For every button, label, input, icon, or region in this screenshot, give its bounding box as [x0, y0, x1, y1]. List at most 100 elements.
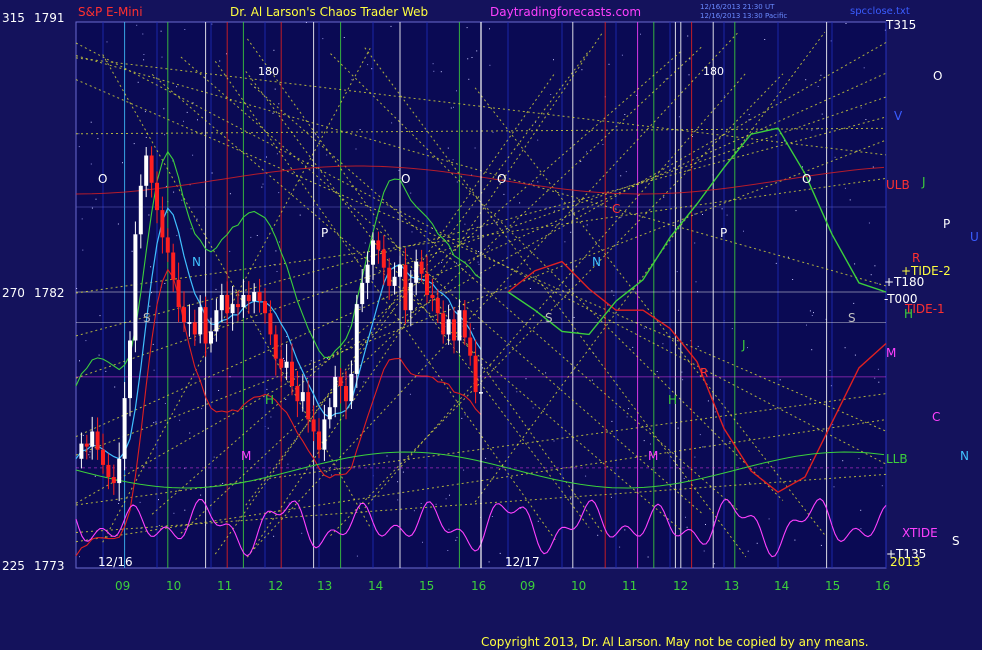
star-dot: [351, 79, 353, 81]
star-dot: [811, 315, 813, 316]
degree-marker-180: 180: [703, 65, 724, 78]
star-dot: [699, 434, 701, 436]
hour-label: 15: [419, 579, 434, 593]
star-dot: [279, 241, 280, 243]
star-dot: [95, 198, 97, 200]
star-dot: [865, 119, 867, 120]
price-bar-body: [214, 310, 219, 332]
star-dot: [813, 312, 814, 314]
price-bar-body: [376, 240, 381, 250]
star-dot: [364, 242, 366, 244]
star-dot: [874, 265, 876, 267]
star-dot: [643, 327, 645, 329]
chart-letter-o: O: [401, 172, 410, 186]
star-dot: [764, 39, 766, 40]
star-dot: [81, 218, 83, 220]
star-dot: [687, 35, 689, 37]
line-label-v: V: [894, 109, 903, 123]
star-dot: [158, 499, 159, 501]
planet-glyph-j: J: [921, 175, 926, 189]
star-dot: [144, 111, 146, 113]
price-bar-body: [284, 361, 289, 368]
y-label-225-angle: 225: [2, 559, 25, 573]
star-dot: [537, 520, 539, 522]
chart-letter-s: S: [545, 311, 553, 325]
price-bar-body: [90, 431, 95, 447]
star-dot: [844, 187, 846, 189]
star-dot: [697, 345, 699, 347]
star-dot: [160, 30, 162, 32]
price-bar-body: [317, 431, 321, 450]
star-dot: [359, 306, 361, 308]
chart-letter-m: M: [648, 449, 658, 463]
star-dot: [215, 288, 217, 290]
chart-letter-c: C: [612, 202, 620, 216]
star-dot: [663, 196, 665, 198]
star-dot: [640, 33, 641, 35]
hour-label: 16: [471, 579, 486, 593]
star-dot: [82, 249, 84, 251]
star-dot: [682, 379, 684, 381]
star-dot: [811, 349, 813, 351]
star-dot: [628, 408, 630, 410]
chart-letter-h: H: [668, 393, 677, 407]
star-dot: [489, 28, 490, 30]
price-bar-body: [279, 358, 284, 368]
star-dot: [532, 407, 534, 409]
star-dot: [860, 509, 862, 511]
star-dot: [213, 456, 215, 458]
star-dot: [853, 302, 855, 304]
price-bar-body: [203, 307, 208, 344]
price-bar-body: [144, 155, 149, 186]
price-bar-body: [360, 282, 365, 305]
star-dot: [809, 399, 811, 401]
site-name: Daytradingforecasts.com: [490, 5, 641, 19]
star-dot: [665, 78, 667, 80]
star-dot: [870, 274, 872, 276]
chart-letter-s: S: [143, 311, 151, 325]
star-dot: [190, 228, 192, 230]
price-bar-body: [311, 419, 316, 432]
star-dot: [137, 81, 139, 83]
star-dot: [262, 183, 264, 185]
star-dot: [276, 271, 278, 272]
price-bar-body: [111, 477, 116, 484]
star-dot: [79, 360, 80, 362]
price-bar-body: [349, 373, 354, 402]
price-bar-body: [246, 295, 251, 302]
star-dot: [564, 241, 566, 243]
price-bar-body: [171, 252, 176, 280]
hour-label: 14: [774, 579, 789, 593]
chart-letter-o: O: [98, 172, 107, 186]
hour-label: 09: [520, 579, 535, 593]
price-bar-body: [79, 443, 84, 459]
star-dot: [266, 156, 267, 158]
star-dot: [184, 509, 186, 511]
price-bar-body: [241, 295, 246, 308]
star-dot: [90, 121, 92, 123]
star-dot: [795, 210, 797, 212]
star-dot: [90, 163, 92, 165]
star-dot: [656, 371, 658, 372]
planet-glyph-o: O: [933, 69, 942, 83]
star-dot: [440, 71, 442, 73]
price-bar-body: [198, 307, 203, 335]
star-dot: [152, 343, 154, 345]
star-dot: [363, 381, 365, 383]
star-dot: [608, 63, 610, 65]
star-dot: [613, 294, 615, 296]
star-dot: [611, 290, 613, 292]
star-dot: [359, 129, 361, 130]
price-bar-body: [392, 276, 397, 286]
star-dot: [467, 58, 469, 60]
hour-label: 11: [622, 579, 637, 593]
star-dot: [683, 478, 685, 479]
star-dot: [261, 186, 263, 188]
y-label-1773-price: 1773: [34, 559, 65, 573]
star-dot: [79, 556, 80, 558]
star-dot: [748, 114, 750, 116]
star-dot: [779, 379, 781, 381]
price-bar-body: [414, 261, 419, 283]
star-dot: [678, 116, 680, 118]
chart-letter-o: O: [802, 172, 811, 186]
